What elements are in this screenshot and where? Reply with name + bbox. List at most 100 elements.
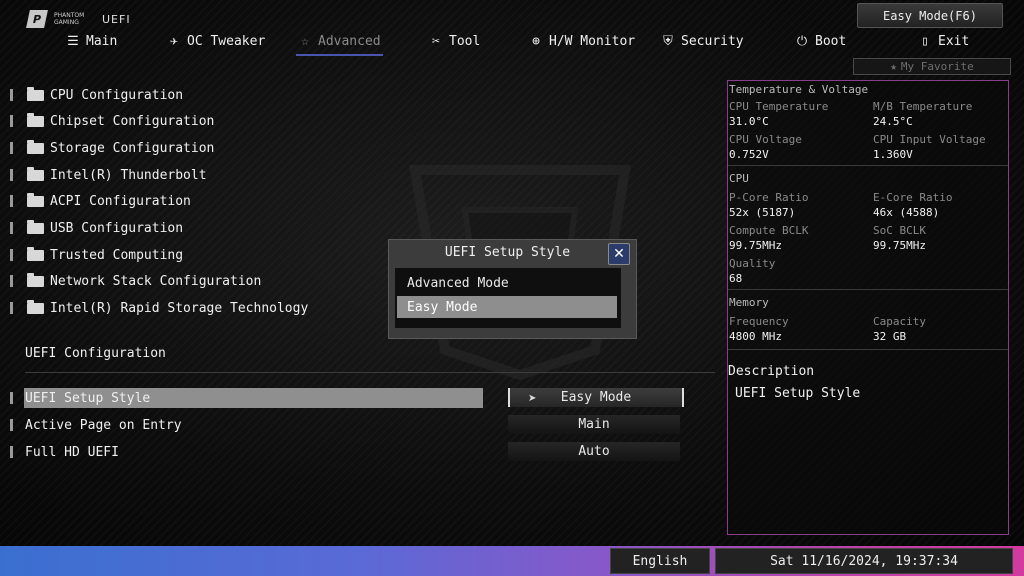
cpu-voltage-label: CPU Voltage [729,133,802,146]
uefi-label: UEFI [102,12,131,26]
tools-icon: ✂ [432,33,440,49]
language-selector[interactable]: English [610,548,710,574]
folder-icon [27,299,44,314]
menu-item-trusted-computing[interactable]: Trusted Computing [10,245,183,265]
rocket-icon: ✈ [170,33,178,49]
row-marker [10,419,13,431]
mb-temp-label: M/B Temperature [873,100,973,113]
menu-item-label: CPU Configuration [50,87,184,103]
dialog-option-list: Advanced Mode Easy Mode [395,268,621,328]
my-favorite-button[interactable]: ★ My Favorite [853,58,1011,75]
menu-item-acpi-configuration[interactable]: ACPI Configuration [10,191,191,211]
panel-divider [728,289,1008,290]
tab-exit[interactable]: ▯ Exit [918,30,969,52]
folder-icon [27,272,44,287]
e-core-ratio-value: 46x (4588) [873,206,940,219]
tab-advanced[interactable]: ☆ Advanced [296,30,383,56]
star-icon: ★ [890,60,897,73]
tab-label: Exit [938,33,970,49]
memory-capacity-label: Capacity [873,315,926,328]
menu-item-thunderbolt[interactable]: Intel(R) Thunderbolt [10,165,207,185]
menu-item-storage-configuration[interactable]: Storage Configuration [10,138,214,158]
folder-icon [27,86,44,101]
tab-hw-monitor[interactable]: ⊕ H/W Monitor [529,30,635,52]
menu-item-rapid-storage[interactable]: Intel(R) Rapid Storage Technology [10,298,308,318]
date-time-display[interactable]: Sat 11/16/2024, 19:37:34 [715,548,1013,574]
menu-item-usb-configuration[interactable]: USB Configuration [10,218,183,238]
memory-frequency-label: Frequency [729,315,789,328]
brand-logo: P PHANTOM GAMING UEFI [26,10,131,28]
panel-section-temp-voltage: Temperature & Voltage [729,83,869,96]
star-icon: ☆ [301,33,309,49]
close-icon[interactable]: ✕ [608,243,630,265]
folder-icon [27,112,44,127]
dialog-option-advanced-mode[interactable]: Advanced Mode [397,272,617,294]
soc-bclk-value: 99.75MHz [873,239,926,252]
compute-bclk-value: 99.75MHz [729,239,782,252]
main-nav: ☰ Main ✈ OC Tweaker ☆ Advanced ✂ Tool ⊕ … [0,30,1024,56]
option-full-hd-uefi[interactable]: Full HD UEFI [10,442,119,462]
brand-text: PHANTOM GAMING [54,12,85,26]
menu-item-label: Intel(R) Thunderbolt [50,167,207,183]
tab-tool[interactable]: ✂ Tool [429,30,480,52]
option-label: Full HD UEFI [25,444,119,460]
menu-item-label: USB Configuration [50,220,184,236]
panel-divider [728,349,1008,350]
menu-item-label: Storage Configuration [50,140,215,156]
tab-boot[interactable]: ⏻ Boot [795,30,846,52]
folder-icon [27,166,44,181]
tab-label: Security [681,33,744,49]
memory-frequency-value: 4800 MHz [729,330,782,343]
menu-item-network-stack[interactable]: Network Stack Configuration [10,271,261,291]
panel-divider [728,165,1008,166]
row-marker [10,222,13,234]
tab-security[interactable]: ⛨ Security [661,30,744,52]
power-icon: ⏻ [796,33,808,49]
description-text: UEFI Setup Style [735,386,861,401]
menu-item-chipset-configuration[interactable]: Chipset Configuration [10,111,214,131]
list-icon: ☰ [67,33,79,49]
mb-temp-value: 24.5°C [873,115,913,128]
row-marker [10,195,13,207]
menu-item-cpu-configuration[interactable]: CPU Configuration [10,85,183,105]
cpu-temp-label: CPU Temperature [729,100,829,113]
option-active-page-on-entry[interactable]: Active Page on Entry [10,415,182,435]
row-marker [10,169,13,181]
tab-main[interactable]: ☰ Main [66,30,117,52]
option-label: UEFI Setup Style [25,390,151,406]
tab-label: Boot [815,33,847,49]
p-core-ratio-label: P-Core Ratio [729,191,809,204]
folder-icon [27,139,44,154]
easy-mode-button[interactable]: Easy Mode(F6) [857,3,1003,28]
setup-style-dialog: UEFI Setup Style Advanced Mode Easy Mode [388,239,637,339]
option-uefi-setup-style[interactable]: UEFI Setup Style [10,388,150,408]
folder-icon [27,219,44,234]
cpu-voltage-value: 0.752V [729,148,769,161]
row-marker [10,249,13,261]
tab-label: Tool [449,33,481,49]
tab-label: H/W Monitor [549,33,636,49]
dialog-title: UEFI Setup Style [444,245,571,260]
menu-item-label: Network Stack Configuration [50,273,262,289]
hardware-info-panel: Temperature & Voltage CPU Temperature 31… [727,80,1009,535]
description-title: Description [728,364,815,379]
menu-item-label: ACPI Configuration [50,193,191,209]
section-divider [25,372,715,373]
crosshair-icon: ⊕ [532,33,540,49]
shield-icon: ⛨ [663,33,673,49]
mouse-cursor-icon: ➤ [528,393,537,404]
quality-value: 68 [729,272,743,285]
uefi-configuration-title: UEFI Configuration [25,346,166,361]
cpu-input-voltage-label: CPU Input Voltage [873,133,986,146]
row-marker [10,392,13,404]
tab-oc-tweaker[interactable]: ✈ OC Tweaker [167,30,265,52]
active-page-value[interactable]: Main [508,415,680,434]
menu-item-label: Chipset Configuration [50,113,215,129]
folder-icon [27,246,44,261]
dialog-option-easy-mode[interactable]: Easy Mode [397,296,617,318]
cpu-temp-value: 31.0°C [729,115,769,128]
soc-bclk-label: SoC BCLK [873,224,926,237]
row-marker [10,446,13,458]
menu-item-label: Trusted Computing [50,247,184,263]
full-hd-uefi-value[interactable]: Auto [508,442,680,461]
